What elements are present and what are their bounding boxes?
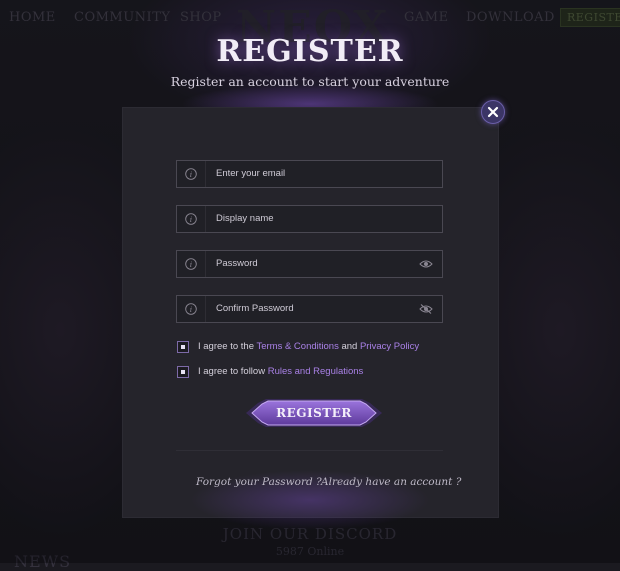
login-link[interactable]: Already have an account ? — [321, 476, 461, 488]
display-name-info[interactable]: i — [177, 206, 206, 232]
modal-title: REGISTER — [216, 34, 404, 69]
terms-middle: and — [338, 341, 360, 352]
svg-text:i: i — [190, 305, 193, 314]
password-placeholder: Password — [216, 258, 258, 269]
close-icon — [487, 106, 499, 118]
modal-subtitle: Register an account to start your advent… — [170, 74, 450, 89]
rules-link[interactable]: Rules and Regulations — [268, 366, 364, 377]
confirm-password-info[interactable]: i — [177, 296, 206, 322]
terms-text: I agree to the Terms & Conditions and Pr… — [198, 341, 419, 352]
svg-text:i: i — [190, 260, 193, 269]
svg-text:i: i — [190, 170, 193, 179]
svg-text:i: i — [190, 215, 193, 224]
email-field[interactable]: i Enter your email — [176, 160, 443, 188]
privacy-link[interactable]: Privacy Policy — [360, 341, 419, 352]
rules-checkbox[interactable] — [177, 366, 189, 378]
register-button-label: REGISTER — [276, 406, 352, 420]
eye-slash-icon[interactable] — [419, 304, 433, 314]
info-icon: i — [185, 303, 197, 315]
terms-link[interactable]: Terms & Conditions — [256, 341, 338, 352]
display-name-field[interactable]: i Display name — [176, 205, 443, 233]
register-button[interactable]: REGISTER — [246, 396, 382, 430]
email-info[interactable]: i — [177, 161, 206, 187]
info-icon: i — [185, 213, 197, 225]
password-field[interactable]: i Password — [176, 250, 443, 278]
rules-prefix: I agree to follow — [198, 366, 268, 377]
rules-text: I agree to follow Rules and Regulations — [198, 366, 363, 377]
password-info[interactable]: i — [177, 251, 206, 277]
display-name-placeholder: Display name — [216, 213, 274, 224]
divider — [176, 450, 443, 451]
close-button[interactable] — [481, 100, 505, 124]
info-icon: i — [185, 258, 197, 270]
confirm-password-placeholder: Confirm Password — [216, 303, 294, 314]
info-icon: i — [185, 168, 197, 180]
eye-icon[interactable] — [419, 259, 433, 269]
email-placeholder: Enter your email — [216, 168, 286, 179]
terms-checkbox[interactable] — [177, 341, 189, 353]
forgot-password-link[interactable]: Forgot your Password ? — [196, 476, 322, 488]
confirm-password-field[interactable]: i Confirm Password — [176, 295, 443, 323]
terms-prefix: I agree to the — [198, 341, 257, 352]
